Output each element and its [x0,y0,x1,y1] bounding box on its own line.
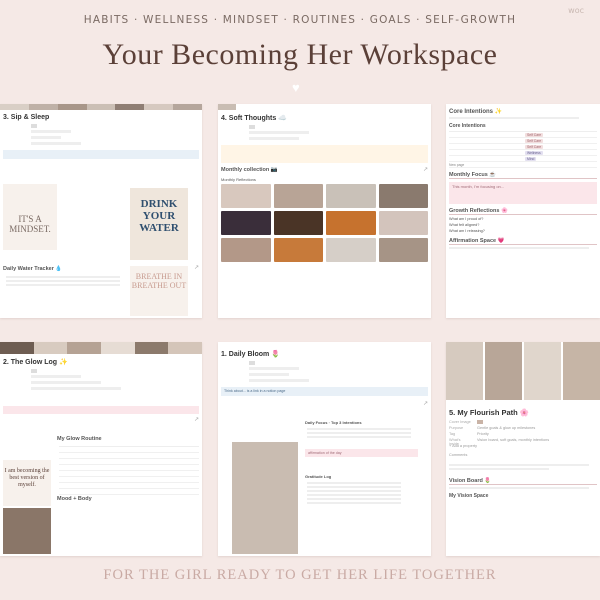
card-soft-thoughts[interactable]: 4. Soft Thoughts ☁️ Monthly collection 📷… [218,104,431,318]
tasks-title: Daily Focus · Top 3 Intentions [305,420,362,425]
photo-strip [0,104,202,110]
poster-becoming: I am becoming the best version of myself… [3,460,51,506]
heart-icon: ♥ [292,80,300,95]
comments-label: Comments [449,453,468,457]
vision-board-title: Vision Board 🌷 [449,478,597,485]
expand-icon[interactable]: ↗ [194,416,199,423]
intentions-table: Self Care Self Care Self Care Wellness M… [449,131,597,168]
reflection-toggle[interactable]: What am I releasing? [449,229,597,234]
card-title: 3. Sip & Sleep [3,114,50,121]
callout [221,145,428,163]
page-title: Your Becoming Her Workspace [102,38,498,71]
tagline: HABITS · WELLNESS · MINDSET · ROUTINES ·… [83,14,517,26]
card-daily-bloom[interactable]: 1. Daily Bloom 🌷 Think about... is a lin… [218,342,431,556]
gratitude-title: Gratitude Log [305,474,332,479]
callout: Think about... is a link in a notion pag… [221,387,428,396]
mood-title: Mood + Body [57,496,92,502]
card-flourish-path[interactable]: 5. My Flourish Path 🌸 Cover Image Purpos… [446,342,600,556]
poster-mindset: IT'S A MINDSET. [3,184,57,250]
monthly-focus-callout: This month, I'm focusing on... [449,182,597,204]
card-core-intentions[interactable]: Core Intentions ✨ Core Intentions Self C… [446,104,600,318]
photo-collage [446,342,600,400]
poster-drink-water: DRINK YOUR WATER [130,188,188,260]
monthly-focus-title: Monthly Focus ☕ [449,172,597,179]
callout [3,406,199,414]
glow-routine-title: My Glow Routine [57,436,102,442]
vision-space-title: My Vision Space [449,493,489,499]
callout [3,150,199,159]
water-tracker-title: Daily Water Tracker 💧 [3,266,63,272]
photo-strip [0,342,202,354]
footer-tagline: FOR THE GIRL READY TO GET HER LIFE TOGET… [103,567,497,583]
card-title: 4. Soft Thoughts ☁️ [221,115,287,122]
gallery-grid [221,184,428,262]
routine-table [59,446,199,495]
card-title: 2. The Glow Log ✨ [3,359,68,366]
photo-strip [218,104,431,110]
core-intentions-title: Core Intentions ✨ [449,109,503,115]
card-glow-log[interactable]: 2. The Glow Log ✨ My Glow Routine Mood +… [0,342,202,556]
hero-photo [232,442,298,554]
expand-icon[interactable]: ↗ [423,400,428,407]
monthly-collection-title: Monthly collection 📷 [221,167,278,173]
affirmation-space-title: Affirmation Space 💗 [449,238,597,245]
expand-icon[interactable]: ↗ [194,264,199,271]
core-intentions-subtitle: Core Intentions [449,123,486,129]
card-sip-sleep[interactable]: 3. Sip & Sleep IT'S A MINDSET. DRINK YOU… [0,104,202,318]
monthly-reflections-label: Monthly Reflections [221,177,256,182]
poster-photo [3,508,51,554]
reflection-toggle[interactable]: What am I proud of? [449,217,597,222]
poster-breathe: BREATHE IN BREATHE OUT [130,266,188,316]
add-property-button[interactable]: + Add a property [449,444,597,449]
new-page-button[interactable]: New page [449,162,597,168]
card-title: 5. My Flourish Path 🌸 [449,408,530,417]
card-title: 1. Daily Bloom 🌷 [221,351,280,358]
expand-icon[interactable]: ↗ [423,166,428,173]
reflection-toggle[interactable]: What felt aligned? [449,223,597,228]
growth-reflections-title: Growth Reflections 🌸 [449,208,597,215]
affirmation-callout: affirmation of the day [305,449,418,457]
